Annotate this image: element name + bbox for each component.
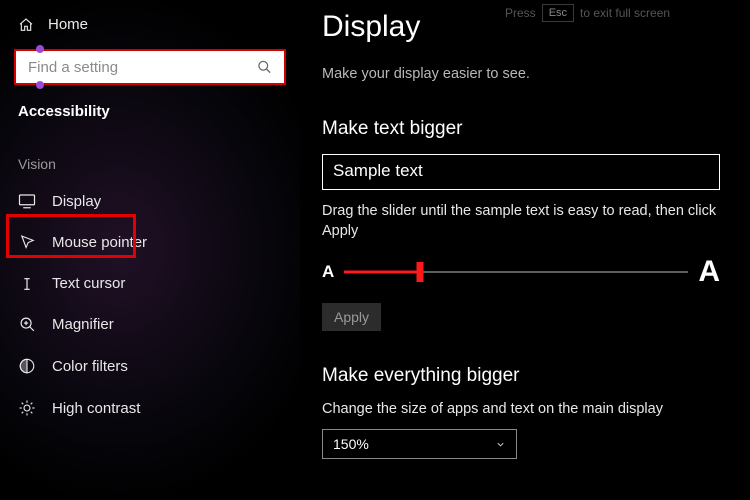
home-link[interactable]: Home bbox=[0, 8, 300, 43]
color-filters-icon bbox=[18, 357, 36, 375]
display-icon bbox=[18, 192, 36, 210]
slider-track bbox=[420, 272, 688, 273]
slider-instruction: Drag the slider until the sample text is… bbox=[322, 202, 720, 241]
slider-max-label: A bbox=[698, 255, 720, 289]
selection-handle-icon bbox=[36, 81, 44, 89]
dropdown-value: 150% bbox=[333, 436, 369, 452]
display-scale-dropdown[interactable]: 150% bbox=[322, 429, 517, 459]
sidebar-item-color-filters[interactable]: Color filters bbox=[0, 345, 300, 387]
main-content: Display Make your display easier to see.… bbox=[300, 0, 750, 500]
slider-thumb[interactable] bbox=[416, 262, 423, 282]
section-heading-everything-bigger: Make everything bigger bbox=[322, 365, 720, 387]
slider-min-label: A bbox=[322, 262, 334, 282]
sidebar-item-mouse-pointer[interactable]: Mouse pointer bbox=[0, 222, 300, 263]
home-label: Home bbox=[48, 16, 88, 33]
esc-key-icon: Esc bbox=[542, 4, 574, 22]
sidebar-item-display[interactable]: Display bbox=[0, 180, 300, 222]
slider-fill bbox=[344, 271, 420, 274]
page-subtitle: Make your display easier to see. bbox=[322, 66, 720, 82]
text-size-slider[interactable] bbox=[344, 262, 688, 282]
sidebar-item-label: Magnifier bbox=[52, 316, 114, 333]
text-cursor-icon bbox=[18, 276, 36, 292]
selection-handle-icon bbox=[36, 45, 44, 53]
section-heading-text-bigger: Make text bigger bbox=[322, 118, 720, 140]
search-icon bbox=[257, 60, 272, 75]
sidebar-group-vision: Vision bbox=[0, 134, 300, 180]
scale-description: Change the size of apps and text on the … bbox=[322, 401, 720, 417]
sidebar-item-label: Mouse pointer bbox=[52, 234, 147, 251]
sidebar-section-title: Accessibility bbox=[0, 97, 300, 134]
home-icon bbox=[18, 17, 34, 33]
fullscreen-hint: Press Esc to exit full screen bbox=[505, 4, 670, 22]
mouse-pointer-icon bbox=[18, 234, 36, 251]
sidebar-item-magnifier[interactable]: Magnifier bbox=[0, 304, 300, 345]
sidebar-item-label: Color filters bbox=[52, 358, 128, 375]
sidebar-item-text-cursor[interactable]: Text cursor bbox=[0, 263, 300, 304]
fs-hint-rest: to exit full screen bbox=[580, 6, 670, 20]
sidebar-item-label: Display bbox=[52, 193, 101, 210]
high-contrast-icon bbox=[18, 399, 36, 417]
fs-hint-press: Press bbox=[505, 6, 536, 20]
chevron-down-icon bbox=[495, 439, 506, 450]
sample-text-preview: Sample text bbox=[322, 154, 720, 190]
sidebar-item-label: High contrast bbox=[52, 400, 140, 417]
search-wrap bbox=[14, 49, 286, 85]
sidebar-item-label: Text cursor bbox=[52, 275, 125, 292]
sidebar-item-high-contrast[interactable]: High contrast bbox=[0, 387, 300, 429]
sidebar: Home Accessibility Vision Display Mouse … bbox=[0, 0, 300, 500]
text-size-slider-row: A A bbox=[322, 255, 720, 289]
magnifier-icon bbox=[18, 316, 36, 333]
apply-button[interactable]: Apply bbox=[322, 303, 381, 331]
search-input[interactable] bbox=[14, 49, 286, 85]
